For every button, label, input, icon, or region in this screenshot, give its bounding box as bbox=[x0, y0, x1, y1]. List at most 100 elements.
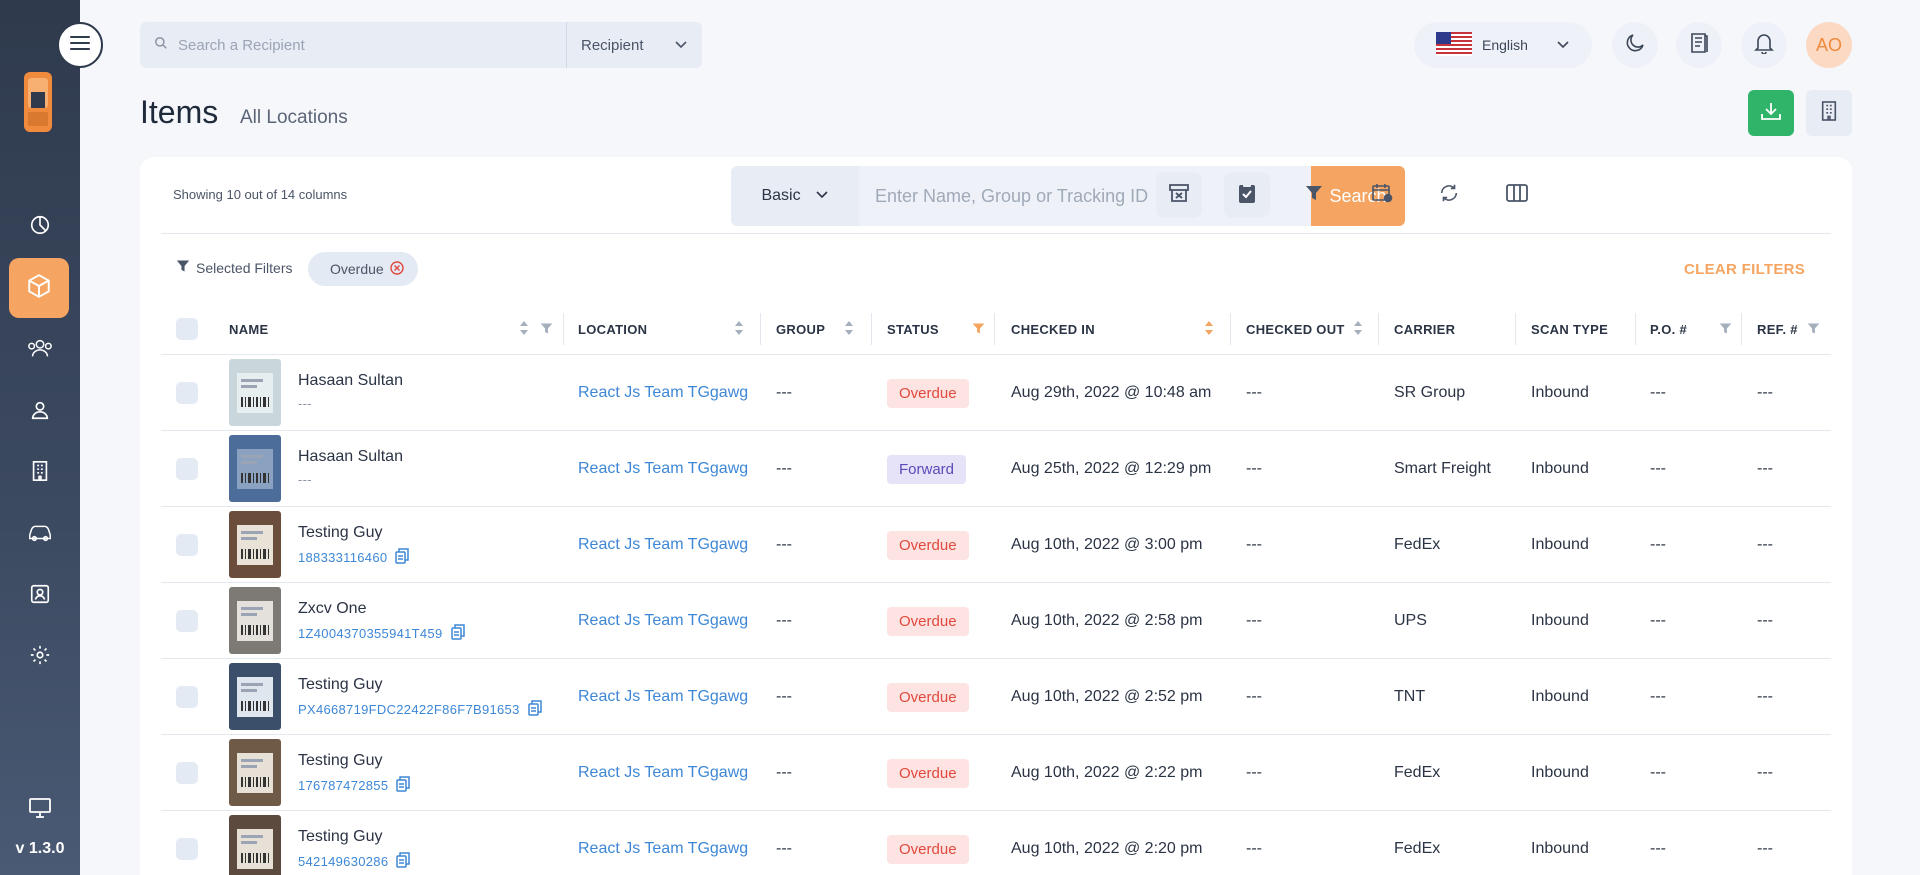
user-avatar[interactable]: AO bbox=[1806, 22, 1852, 68]
filter-chip-overdue[interactable]: Overdue bbox=[308, 252, 418, 286]
checked-in-cell: Aug 10th, 2022 @ 2:22 pm bbox=[1011, 764, 1203, 781]
row-checkbox[interactable] bbox=[176, 355, 198, 431]
sidebar-item-recipients[interactable] bbox=[20, 392, 60, 432]
menu-toggle-button[interactable] bbox=[57, 22, 103, 68]
row-checkbox[interactable] bbox=[176, 659, 198, 735]
recipient-search-input[interactable]: Search a Recipient bbox=[140, 22, 566, 68]
building-button[interactable] bbox=[1806, 90, 1852, 136]
refresh-button[interactable] bbox=[1426, 172, 1472, 218]
column-header-checked-in[interactable]: CHECKED IN bbox=[1011, 303, 1095, 355]
column-header-location[interactable]: LOCATION bbox=[578, 303, 647, 355]
filter-icon[interactable] bbox=[540, 322, 553, 340]
copy-icon[interactable] bbox=[395, 548, 410, 567]
copy-icon[interactable] bbox=[396, 776, 411, 795]
carrier-cell: Smart Freight bbox=[1394, 460, 1491, 477]
ref-cell: --- bbox=[1757, 384, 1773, 401]
clear-filters-button[interactable]: CLEAR FILTERS bbox=[1684, 261, 1805, 278]
filter-active-icon[interactable] bbox=[972, 322, 985, 340]
row-checkbox[interactable] bbox=[176, 811, 198, 875]
table-row[interactable]: Hasaan Sultan --- React Js Team TGgawg -… bbox=[161, 431, 1831, 507]
location-link[interactable]: React Js Team TGgawg bbox=[578, 583, 748, 659]
package-thumbnail[interactable] bbox=[229, 663, 281, 730]
row-checkbox[interactable] bbox=[176, 735, 198, 811]
package-thumbnail[interactable] bbox=[229, 359, 281, 426]
select-all-checkbox[interactable] bbox=[176, 303, 198, 355]
table-row[interactable]: Testing Guy 176787472855 React Js Team T… bbox=[161, 735, 1831, 811]
row-checkbox[interactable] bbox=[176, 583, 198, 659]
sort-icon[interactable] bbox=[1353, 320, 1363, 341]
docs-button[interactable] bbox=[1676, 22, 1722, 68]
dark-mode-button[interactable] bbox=[1612, 22, 1658, 68]
sidebar-item-vehicles[interactable] bbox=[20, 514, 60, 554]
recipient-name[interactable]: Hasaan Sultan bbox=[298, 448, 403, 466]
table-row[interactable]: Zxcv One 1Z4004370355941T459 React Js Te… bbox=[161, 583, 1831, 659]
recipient-name[interactable]: Testing Guy bbox=[298, 752, 410, 770]
column-header-group[interactable]: GROUP bbox=[776, 303, 825, 355]
archive-button[interactable] bbox=[1156, 172, 1202, 218]
recipient-name[interactable]: Zxcv One bbox=[298, 600, 465, 618]
sort-icon[interactable] bbox=[519, 320, 529, 341]
row-checkbox[interactable] bbox=[176, 431, 198, 507]
sidebar-item-display[interactable] bbox=[20, 790, 60, 830]
column-header-po[interactable]: P.O. # bbox=[1650, 303, 1687, 355]
column-header-checked-out[interactable]: CHECKED OUT bbox=[1246, 303, 1345, 355]
search-mode-select[interactable]: Basic bbox=[731, 166, 859, 226]
column-header-scan-type[interactable]: SCAN TYPE bbox=[1531, 303, 1608, 355]
carrier-cell: FedEx bbox=[1394, 536, 1441, 553]
column-header-name[interactable]: NAME bbox=[229, 303, 268, 355]
table-row[interactable]: Testing Guy 542149630286 React Js Team T… bbox=[161, 811, 1831, 875]
location-link[interactable]: React Js Team TGgawg bbox=[578, 811, 748, 875]
columns-button[interactable] bbox=[1494, 172, 1540, 218]
location-link[interactable]: React Js Team TGgawg bbox=[578, 431, 748, 507]
notifications-button[interactable] bbox=[1741, 22, 1787, 68]
ref-cell: --- bbox=[1757, 612, 1773, 629]
location-link[interactable]: React Js Team TGgawg bbox=[578, 735, 748, 811]
column-header-ref[interactable]: REF. # bbox=[1757, 303, 1798, 355]
recipient-name[interactable]: Testing Guy bbox=[298, 676, 542, 694]
location-link[interactable]: React Js Team TGgawg bbox=[578, 355, 748, 431]
recipient-name[interactable]: Testing Guy bbox=[298, 524, 409, 542]
remove-filter-icon[interactable] bbox=[390, 260, 404, 278]
sidebar-item-contacts[interactable] bbox=[20, 576, 60, 616]
copy-icon[interactable] bbox=[396, 852, 411, 871]
recipient-name[interactable]: Hasaan Sultan bbox=[298, 372, 403, 390]
sort-active-icon[interactable] bbox=[1204, 320, 1214, 341]
package-thumbnail[interactable] bbox=[229, 815, 281, 875]
tracking-number-text[interactable]: 176787472855 bbox=[298, 778, 388, 793]
sidebar-item-groups[interactable] bbox=[20, 330, 60, 370]
tracking-number: 176787472855 bbox=[298, 776, 411, 795]
filter-icon[interactable] bbox=[1807, 322, 1820, 340]
download-button[interactable] bbox=[1748, 90, 1794, 136]
copy-icon[interactable] bbox=[527, 700, 542, 719]
column-header-carrier[interactable]: CARRIER bbox=[1394, 303, 1455, 355]
tracking-number-text[interactable]: 542149630286 bbox=[298, 854, 388, 869]
date-filter-button[interactable] bbox=[1359, 172, 1405, 218]
row-checkbox[interactable] bbox=[176, 507, 198, 583]
tracking-number-text[interactable]: 188333116460 bbox=[298, 550, 387, 565]
sidebar-item-buildings[interactable] bbox=[20, 453, 60, 493]
package-thumbnail[interactable] bbox=[229, 587, 281, 654]
location-link[interactable]: React Js Team TGgawg bbox=[578, 507, 748, 583]
tracking-number-text[interactable]: PX4668719FDC22422F86F7B91653 bbox=[298, 702, 520, 717]
column-header-status[interactable]: STATUS bbox=[887, 303, 939, 355]
filter-button[interactable] bbox=[1291, 172, 1337, 218]
copy-icon[interactable] bbox=[450, 624, 465, 643]
sidebar-item-items[interactable] bbox=[9, 258, 69, 318]
package-thumbnail[interactable] bbox=[229, 739, 281, 806]
location-link[interactable]: React Js Team TGgawg bbox=[578, 659, 748, 735]
package-thumbnail[interactable] bbox=[229, 511, 281, 578]
checklist-button[interactable] bbox=[1224, 172, 1270, 218]
table-row[interactable]: Hasaan Sultan --- React Js Team TGgawg -… bbox=[161, 355, 1831, 431]
tracking-number-text[interactable]: 1Z4004370355941T459 bbox=[298, 626, 443, 641]
table-row[interactable]: Testing Guy PX4668719FDC22422F86F7B91653… bbox=[161, 659, 1831, 735]
table-row[interactable]: Testing Guy 188333116460 React Js Team T… bbox=[161, 507, 1831, 583]
recipient-name[interactable]: Testing Guy bbox=[298, 828, 410, 846]
filter-icon[interactable] bbox=[1719, 322, 1732, 340]
recipient-type-select[interactable]: Recipient bbox=[566, 22, 702, 68]
sort-icon[interactable] bbox=[844, 320, 854, 341]
sidebar-item-dashboard[interactable] bbox=[20, 207, 60, 247]
sort-icon[interactable] bbox=[734, 320, 744, 341]
package-thumbnail[interactable] bbox=[229, 435, 281, 502]
language-selector[interactable]: English bbox=[1414, 22, 1592, 68]
sidebar-item-settings[interactable] bbox=[20, 637, 60, 677]
